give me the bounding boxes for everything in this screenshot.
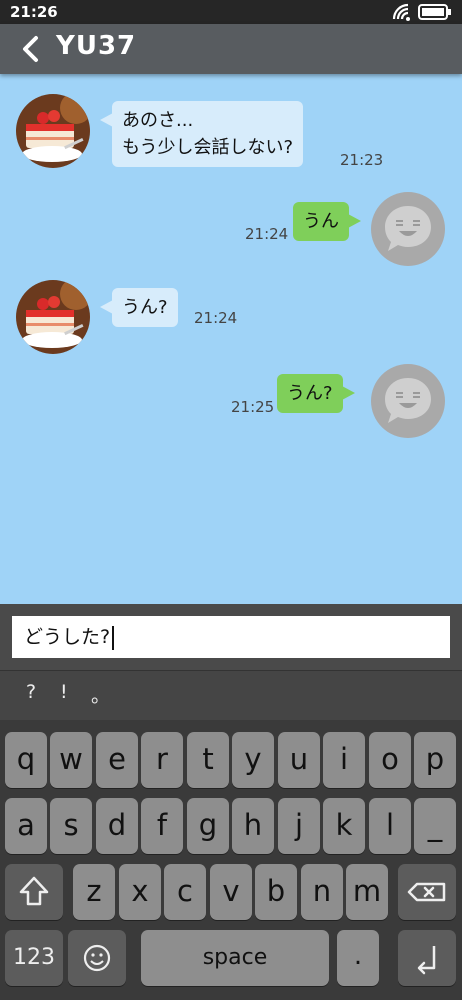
enter-key[interactable]	[398, 930, 456, 986]
key-c[interactable]: c	[164, 864, 206, 920]
status-time: 21:26	[10, 3, 58, 21]
shift-arrow-icon	[19, 876, 49, 906]
message-input[interactable]: どうした?	[12, 616, 450, 658]
numbers-key[interactable]: 123	[5, 930, 63, 986]
space-key[interactable]: space	[141, 930, 329, 986]
key-d[interactable]: d	[96, 798, 138, 854]
message-timestamp: 21:23	[340, 151, 384, 169]
key-j[interactable]: j	[278, 798, 320, 854]
message-input-bar: どうした?	[0, 604, 462, 670]
suggestion-period[interactable]: 。	[91, 681, 110, 708]
keyboard: q w e r t y u i o p a s d f g h j k l _ …	[0, 720, 462, 1000]
cake-avatar-icon	[16, 94, 90, 168]
wifi-icon	[392, 3, 410, 21]
back-arrow-icon[interactable]	[18, 35, 44, 63]
smiley-icon	[83, 944, 111, 972]
message-list: あのさ... もう少し会話しない? 21:23 うん 21:24 うん? 21:…	[0, 74, 462, 604]
key-k[interactable]: k	[323, 798, 365, 854]
message-input-value: どうした?	[24, 626, 111, 648]
chat-header: YU37	[0, 24, 462, 74]
backspace-icon	[407, 882, 446, 902]
contact-avatar[interactable]	[16, 280, 90, 354]
key-a[interactable]: a	[5, 798, 47, 854]
key-m[interactable]: m	[346, 864, 388, 920]
message-line: もう少し会話しない?	[122, 137, 294, 158]
key-g[interactable]: g	[187, 798, 229, 854]
message-text: うん?	[287, 383, 333, 404]
key-e[interactable]: e	[96, 732, 138, 788]
message-text: うん?	[122, 297, 168, 318]
message-bubble-outgoing: うん?	[277, 374, 355, 413]
message-timestamp: 21:25	[231, 398, 275, 416]
contact-avatar[interactable]	[16, 94, 90, 168]
message-bubble-outgoing: うん	[293, 202, 361, 241]
suggestion-exclamation[interactable]: !	[60, 681, 68, 703]
user-avatar-icon[interactable]	[371, 192, 445, 266]
key-underscore[interactable]: _	[414, 798, 456, 854]
key-q[interactable]: q	[5, 732, 47, 788]
emoji-key[interactable]	[68, 930, 126, 986]
suggestion-bar: ? ! 。	[0, 670, 462, 720]
message-bubble-incoming: うん?	[100, 288, 178, 327]
key-f[interactable]: f	[141, 798, 183, 854]
key-u[interactable]: u	[278, 732, 320, 788]
key-r[interactable]: r	[141, 732, 183, 788]
key-i[interactable]: i	[323, 732, 365, 788]
suggestion-question[interactable]: ?	[26, 681, 36, 703]
key-l[interactable]: l	[369, 798, 411, 854]
shift-key[interactable]	[5, 864, 63, 920]
key-h[interactable]: h	[232, 798, 274, 854]
enter-return-icon	[417, 946, 436, 975]
status-bar: 21:26	[0, 0, 462, 24]
key-s[interactable]: s	[50, 798, 92, 854]
key-x[interactable]: x	[119, 864, 161, 920]
backspace-key[interactable]	[398, 864, 456, 920]
message-timestamp: 21:24	[245, 225, 289, 243]
key-v[interactable]: v	[210, 864, 252, 920]
message-bubble-incoming: あのさ... もう少し会話しない?	[99, 101, 304, 167]
key-z[interactable]: z	[73, 864, 115, 920]
message-timestamp: 21:24	[194, 309, 238, 327]
period-key[interactable]: .	[337, 930, 379, 986]
battery-icon	[418, 4, 451, 20]
key-y[interactable]: y	[232, 732, 274, 788]
key-o[interactable]: o	[369, 732, 411, 788]
user-avatar-icon[interactable]	[371, 364, 445, 438]
cake-avatar-icon	[16, 280, 90, 354]
message-line: あのさ...	[122, 110, 194, 131]
key-b[interactable]: b	[255, 864, 297, 920]
key-p[interactable]: p	[414, 732, 456, 788]
chat-title: YU37	[56, 31, 137, 61]
key-t[interactable]: t	[187, 732, 229, 788]
key-w[interactable]: w	[50, 732, 92, 788]
key-n[interactable]: n	[301, 864, 343, 920]
text-cursor	[112, 625, 115, 650]
message-text: うん	[303, 211, 339, 232]
